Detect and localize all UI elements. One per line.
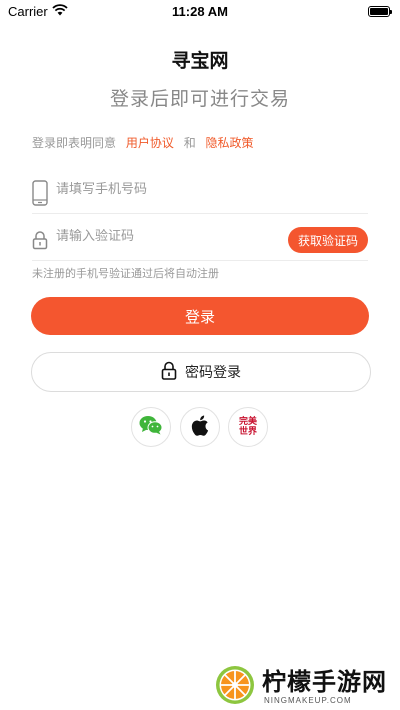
password-login-button[interactable]: 密码登录: [31, 352, 371, 392]
lock-icon: [32, 227, 48, 254]
lemon-logo-icon: [214, 664, 256, 710]
verification-code-input[interactable]: [56, 229, 296, 244]
wanmei-icon: 完美 世界: [235, 412, 261, 442]
code-field-row: 获取验证码: [32, 221, 368, 261]
clock: 11:28 AM: [172, 4, 228, 19]
auto-register-hint: 未注册的手机号验证通过后将自动注册: [32, 267, 219, 280]
apple-icon: [191, 415, 209, 440]
page-subtitle: 登录后即可进行交易: [109, 88, 290, 110]
watermark-name: 柠檬手游网: [262, 668, 387, 696]
watermark: 柠檬手游网 NINGMAKEUP.COM: [214, 662, 394, 708]
password-login-label: 密码登录: [185, 365, 241, 381]
apple-login-button[interactable]: [180, 407, 220, 447]
get-code-button[interactable]: 获取验证码: [287, 227, 368, 253]
agreement-line: 登录即表明同意 用户协议 和 隐私政策: [32, 134, 260, 151]
social-login-row: 完美 世界: [131, 407, 269, 447]
wechat-icon: [139, 415, 163, 439]
login-button[interactable]: 登录: [31, 297, 369, 335]
user-agreement-link[interactable]: 用户协议: [126, 136, 174, 150]
svg-text:世界: 世界: [239, 425, 257, 437]
wanmei-login-button[interactable]: 完美 世界: [228, 407, 268, 447]
phone-field-row: [32, 174, 368, 214]
phone-icon: [32, 180, 48, 210]
phone-input[interactable]: [56, 182, 296, 197]
watermark-url: NINGMAKEUP.COM: [264, 696, 352, 705]
app-title: 寻宝网: [171, 50, 229, 72]
battery-icon: [368, 6, 392, 17]
agreement-prefix: 登录即表明同意: [32, 136, 117, 150]
privacy-policy-link[interactable]: 隐私政策: [206, 136, 254, 150]
svg-text:完美: 完美: [239, 415, 258, 427]
status-bar: Carrier 11:28 AM: [0, 0, 400, 22]
wechat-login-button[interactable]: [131, 407, 171, 447]
lock-icon: [161, 361, 177, 384]
agreement-and: 和: [183, 136, 196, 150]
